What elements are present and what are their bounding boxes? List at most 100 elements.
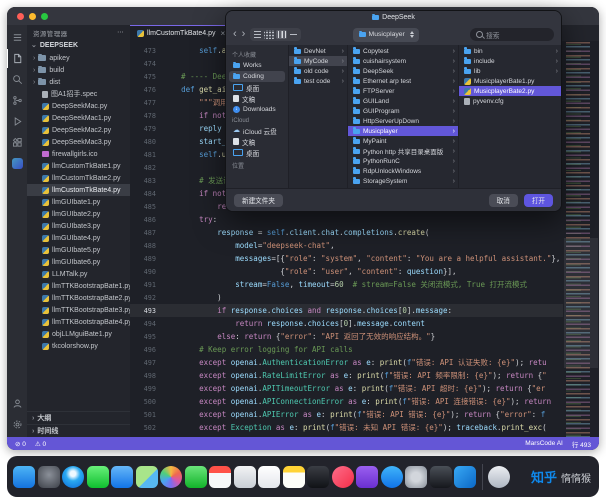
explorer-file[interactable]: firewallgirls.ico: [27, 148, 130, 160]
file-column-item[interactable]: StorageSystem ›: [348, 176, 458, 186]
code-line[interactable]: 502 except Exception as e: print(f"错误: 未…: [130, 421, 563, 434]
explorer-file[interactable]: llmTTKBootstrapBate1.py: [27, 280, 130, 292]
explorer-file[interactable]: llmGUIbate3.py: [27, 220, 130, 232]
minimize-window-button[interactable]: [29, 12, 36, 20]
cancel-button[interactable]: 取消: [488, 193, 518, 207]
explorer-file[interactable]: llmTTKBootstrapBate2.py: [27, 292, 130, 304]
dialog-sidebar-item[interactable]: Works: [229, 60, 285, 71]
open-button[interactable]: 打开: [523, 193, 553, 207]
file-column-item[interactable]: FTPServer ›: [348, 86, 458, 96]
dock-app-store-icon[interactable]: [380, 465, 403, 488]
code-line[interactable]: 491 stream=False, timeout=60 # stream=Fa…: [130, 278, 563, 291]
search-input[interactable]: 搜索: [470, 28, 555, 41]
file-column-item[interactable]: MusicplayerBate2.py: [459, 86, 561, 96]
explorer-file[interactable]: DeepSeekMac.py: [27, 100, 130, 112]
explorer-file[interactable]: llmGUIbate4.py: [27, 232, 130, 244]
file-column-item[interactable]: Copytest ›: [348, 46, 458, 56]
status-item[interactable]: MarsCode AI: [525, 440, 563, 447]
dock-launchpad-icon[interactable]: [37, 465, 60, 488]
timeline-section[interactable]: › 时间线: [27, 424, 130, 437]
back-button[interactable]: ‹: [233, 29, 237, 40]
menu-icon[interactable]: [7, 28, 27, 47]
dock-finder-icon[interactable]: [13, 465, 35, 488]
dock-podcasts-icon[interactable]: [356, 465, 378, 488]
explorer-file[interactable]: DeepSeekMac3.py: [27, 136, 130, 148]
zoom-window-button[interactable]: [41, 12, 48, 20]
code-line[interactable]: 486 try:: [130, 213, 563, 226]
list-view-icon[interactable]: [252, 30, 264, 39]
dock-safari-icon[interactable]: [62, 465, 84, 488]
code-line[interactable]: 489 messages=[{"role": "system", "conten…: [130, 252, 563, 265]
file-column-item[interactable]: DeepSeek ›: [348, 66, 458, 76]
close-window-button[interactable]: [17, 12, 24, 20]
status-item[interactable]: ⊘ 0: [15, 440, 26, 448]
dock-tv-icon[interactable]: [307, 465, 329, 488]
account-icon[interactable]: [7, 394, 27, 413]
outline-section[interactable]: › 大纲: [27, 411, 130, 424]
file-column-item[interactable]: PythonRunC ›: [348, 156, 458, 166]
dock-vscode-icon[interactable]: [454, 465, 476, 488]
explorer-file[interactable]: › dist: [27, 76, 130, 88]
explorer-file[interactable]: 图A1招手.spec: [27, 88, 130, 100]
grid-view-icon[interactable]: [264, 30, 276, 39]
file-column-item[interactable]: GUIProgram ›: [348, 106, 458, 116]
code-line[interactable]: 498 except openai.RateLimitError as e: p…: [130, 369, 563, 382]
code-line[interactable]: 490 {"role": "user", "content": question…: [130, 265, 563, 278]
file-column-item[interactable]: MyPaint ›: [348, 136, 458, 146]
settings-icon[interactable]: [7, 415, 27, 434]
explorer-file[interactable]: tkcolorshow.py: [27, 340, 130, 352]
explorer-file[interactable]: llmGUIbate1.py: [27, 196, 130, 208]
dialog-sidebar-item[interactable]: iCloud 云盘: [229, 125, 285, 136]
search-icon[interactable]: [7, 70, 27, 89]
dock-notes-icon[interactable]: [282, 465, 305, 488]
marscode-icon[interactable]: [7, 154, 27, 173]
explorer-actions-icon[interactable]: ⋯: [117, 28, 124, 38]
file-column-item[interactable]: pyvenv.cfg: [459, 96, 561, 106]
explorer-file[interactable]: DeepSeekMac1.py: [27, 112, 130, 124]
explorer-icon[interactable]: [7, 49, 28, 68]
view-mode-control[interactable]: [250, 28, 302, 41]
explorer-file[interactable]: llmCustomTkBate1.py: [27, 160, 130, 172]
code-line[interactable]: 488 model="deepseek-chat",: [130, 239, 563, 252]
code-line[interactable]: 492 ): [130, 291, 563, 304]
file-column-item[interactable]: Python http 共享目录桌面版 ›: [348, 146, 458, 156]
file-column-item[interactable]: MusicplayerBate1.py: [459, 76, 561, 86]
code-line[interactable]: 495 else: return {"error": "API 返回了无效的响应…: [130, 330, 563, 343]
file-column-item[interactable]: old code ›: [289, 66, 347, 76]
code-line[interactable]: 499 except openai.APITimeoutError as e: …: [130, 382, 563, 395]
file-column-item[interactable]: Ethernet arp test ›: [348, 76, 458, 86]
file-column-item[interactable]: Musicplayer ›: [348, 126, 458, 136]
status-item[interactable]: 行 493: [572, 439, 591, 449]
dialog-sidebar-item[interactable]: 桌面: [229, 82, 285, 93]
explorer-file[interactable]: › apikey: [27, 52, 130, 64]
explorer-file[interactable]: llmTTKBootstrapBate4.py: [27, 316, 130, 328]
dock-mail-icon[interactable]: [111, 465, 133, 488]
file-column-item[interactable]: RdpUnlockWindows ›: [348, 166, 458, 176]
explorer-file[interactable]: objLLMguiBate1.py: [27, 328, 130, 340]
dock-reminders-icon[interactable]: [258, 465, 280, 488]
minimap-viewport[interactable]: [564, 238, 598, 368]
explorer-file[interactable]: llmTTKBootstrapBate3.py: [27, 304, 130, 316]
dialog-sidebar-item[interactable]: 文稿: [229, 93, 285, 104]
column-view-icon[interactable]: [276, 30, 288, 39]
code-line[interactable]: 487 response = self.client.chat.completi…: [130, 226, 563, 239]
minimap[interactable]: [564, 42, 598, 437]
source-control-icon[interactable]: [7, 91, 27, 110]
explorer-file[interactable]: llmGUIbate2.py: [27, 208, 130, 220]
file-column-item[interactable]: test code ›: [289, 76, 347, 86]
dock-trash-icon[interactable]: [488, 465, 510, 488]
dock-system-settings-icon[interactable]: [405, 465, 427, 488]
explorer-root-folder[interactable]: ⌄ DEEPSEEK: [27, 40, 130, 52]
dock-terminal-icon[interactable]: [429, 465, 452, 488]
file-column-item[interactable]: lib ›: [459, 66, 561, 76]
file-column-item[interactable]: include ›: [459, 56, 561, 66]
dock-messages-icon[interactable]: [86, 465, 109, 488]
extensions-icon[interactable]: [7, 133, 27, 152]
dock-calendar-icon[interactable]: [209, 465, 231, 488]
dialog-sidebar-item[interactable]: Downloads: [229, 104, 285, 115]
explorer-file[interactable]: LLMTalk.py: [27, 268, 130, 280]
run-debug-icon[interactable]: [7, 112, 27, 131]
explorer-file[interactable]: llmGUIbate5.py: [27, 244, 130, 256]
code-line[interactable]: 496 # Keep error logging for API calls: [130, 343, 563, 356]
code-line[interactable]: 497 except openai.AuthenticationError as…: [130, 356, 563, 369]
